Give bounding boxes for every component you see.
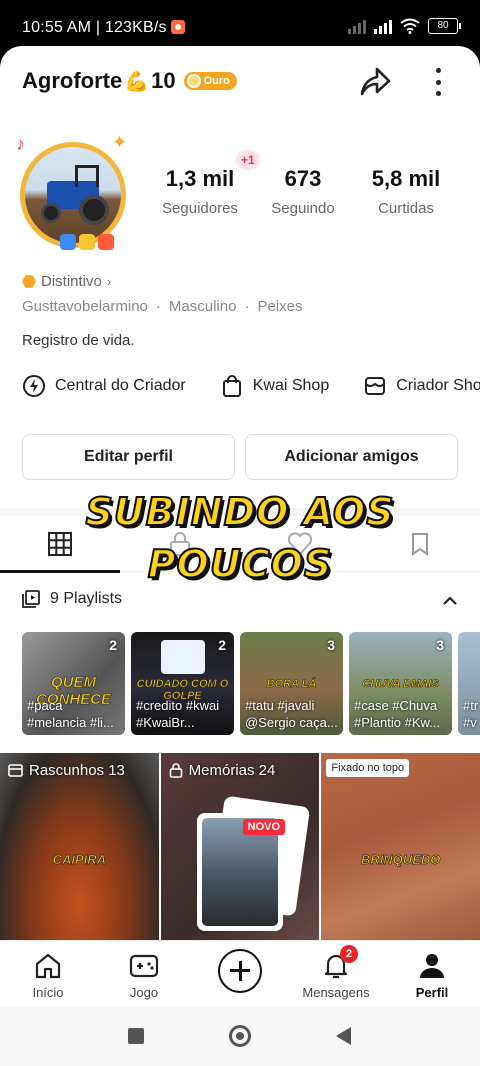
battery-icon: 80 [428,18,461,34]
create-button[interactable] [218,949,262,993]
avatar-frame-deco [60,234,114,250]
bottom-nav: Início Jogo 2 Mensagens Perfil [0,940,480,1006]
content-tabs [0,516,480,573]
nav-profile[interactable]: Perfil [384,941,480,1007]
star-icon: ✦ [112,132,128,152]
stat-likes[interactable]: 5,8 mil Curtidas [364,166,448,217]
drafts-cell[interactable]: Rascunhos 13 CAIPIRA [0,753,159,943]
share-icon [360,67,391,96]
distintivo-link[interactable]: Distintivo › [22,273,111,290]
new-badge: NOVO [242,819,286,835]
drafts-icon [8,764,23,777]
profile-screen: Agroforte 💪 10 Ouro ♪ ✦ +1 1,3 mil Segui [0,46,480,1066]
bag-icon [222,375,241,397]
home-icon [35,953,61,979]
lock-icon [169,763,182,778]
stat-following[interactable]: 673 Seguindo [264,166,342,217]
pinned-label: Fixado no topo [326,759,410,777]
nav-games[interactable]: Jogo [96,941,192,1007]
more-icon [435,68,441,73]
status-bar: 10:55 AM | 123KB/s 80 [0,0,480,46]
system-navigation-bar [0,1006,480,1066]
hexagon-badge-icon [22,275,36,288]
nav-home[interactable]: Início [0,941,96,1007]
playlist-card[interactable]: 3 BORA LÁ #tatu #javali @Sergio caça... [240,632,343,735]
status-icons: 80 [348,18,461,34]
shop-icon [365,377,386,395]
creator-shop-link[interactable]: Criador Sho [363,374,480,398]
home-button[interactable] [229,1025,251,1047]
creator-center-link[interactable]: Central do Criador [22,374,186,398]
video-grid: Rascunhos 13 CAIPIRA Memórias 24 NOVO Fi… [0,753,480,943]
playlist-card[interactable]: 3 CHUVA DMAIS #case #Chuva #Plantio #Kw..… [349,632,452,735]
add-friends-button[interactable]: Adicionar amigos [245,434,458,480]
wifi-icon [400,18,420,34]
notification-badge: 2 [340,945,358,963]
chevron-up-icon[interactable] [442,593,458,609]
record-icon [170,20,185,34]
avatar[interactable]: ♪ ✦ [16,132,132,250]
playlist-card[interactable]: #tr #v [458,632,480,735]
recents-button[interactable] [128,1028,144,1044]
signal-icon-1 [348,18,366,34]
nav-messages[interactable]: 2 Mensagens [288,941,384,1007]
playlist-card[interactable]: 2 CUIDADO COM O GOLPE #credito #kwai #Kwa… [131,632,234,735]
profile-tags: Gusttavobelarmino · Masculino · Peixes [22,298,303,315]
lightning-icon [23,375,45,397]
medal-icon [186,74,201,88]
stat-followers[interactable]: 1,3 mil Seguidores [158,166,242,217]
bookmark-icon [412,533,428,556]
playlists-row: 2 QUEM CONHECE #paca #melancia #li... 2 C… [22,632,480,735]
tab-saved[interactable] [360,516,480,572]
section-divider [0,508,480,516]
status-time: 10:55 AM | 123KB/s [22,19,185,37]
person-icon [420,954,444,978]
music-note-icon: ♪ [16,134,25,154]
grid-icon [48,532,72,556]
bio: Registro de vida. [22,332,135,349]
creator-links: Central do Criador Kwai Shop Criador Sho [22,374,480,398]
share-button[interactable] [357,64,393,100]
avatar-photo [20,142,126,248]
playlist-icon [22,590,40,608]
chevron-right-icon: › [106,274,112,289]
more-options-button[interactable] [426,64,450,100]
gamepad-icon [129,954,159,978]
tab-grid[interactable] [0,516,120,573]
username: Agroforte 💪 10 Ouro [22,68,237,94]
signal-icon-2 [374,18,392,34]
edit-profile-button[interactable]: Editar perfil [22,434,235,480]
memories-cell[interactable]: Memórias 24 NOVO [160,753,320,943]
profile-header: Agroforte 💪 10 Ouro [0,46,480,116]
back-button[interactable] [336,1027,351,1045]
kwai-shop-link[interactable]: Kwai Shop [220,374,329,398]
muscle-emoji: 💪 [124,70,150,93]
playlists-header[interactable]: 9 Playlists [22,590,122,608]
private-icon [170,532,190,556]
playlist-card[interactable]: 2 QUEM CONHECE #paca #melancia #li... [22,632,125,735]
tab-liked[interactable] [240,516,360,572]
pinned-cell[interactable]: Fixado no topo BRINQUEDO [321,753,480,943]
tab-private[interactable] [120,516,240,572]
tier-badge[interactable]: Ouro [183,72,237,90]
liked-icon [287,532,313,556]
